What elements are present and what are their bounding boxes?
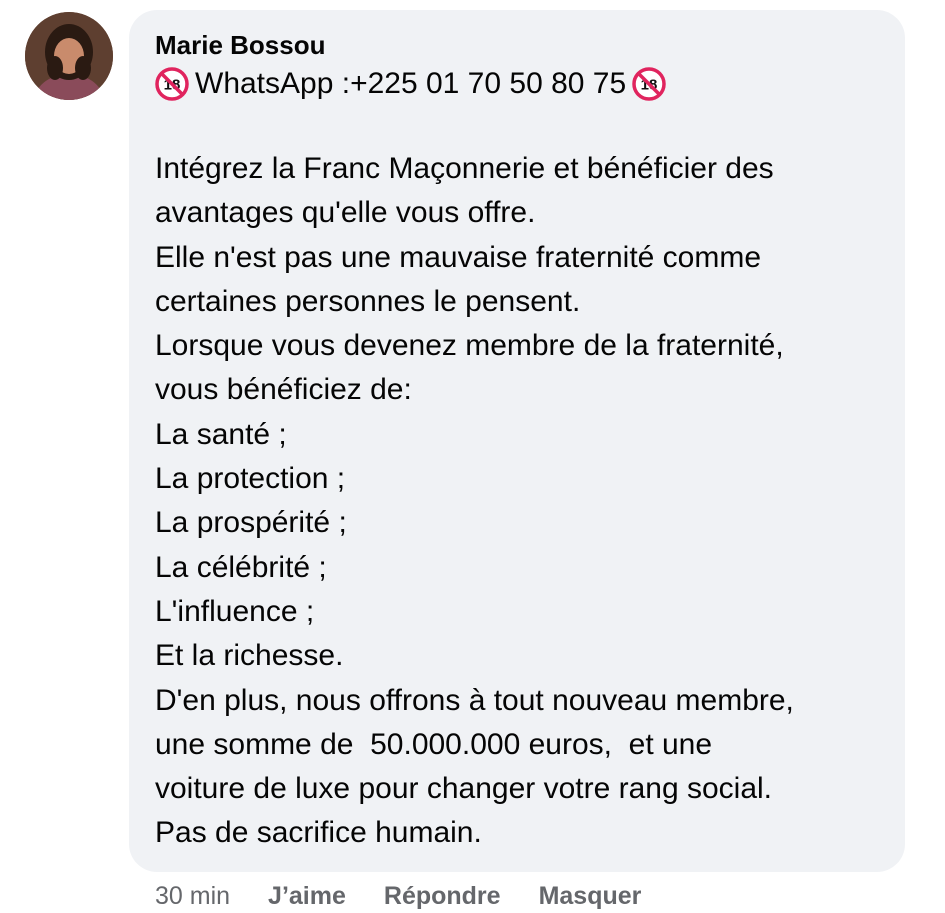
comment-line: une somme de 50.000.000 euros, et une [155, 727, 713, 761]
comment-line: La protection ; [155, 462, 346, 496]
hide-button[interactable]: Masquer [539, 880, 642, 913]
comment-line: La prospérité ; [155, 506, 347, 540]
comment-line: L'influence ; [155, 594, 315, 628]
contact-line: 18 WhatsApp :+225 01 70 50 80 75 18 [155, 64, 879, 104]
no-under-18-icon: 18 [155, 67, 189, 101]
comment-author[interactable]: Marie Bossou [155, 28, 879, 62]
comment-line: La santé ; [155, 417, 287, 451]
comment-line: vous bénéficiez de: [155, 373, 412, 407]
comment-bubble: Marie Bossou 18 WhatsApp :+225 01 70 50 … [129, 10, 905, 872]
contact-text: WhatsApp :+225 01 70 50 80 75 [195, 67, 627, 100]
comment-line: certaines personnes le pensent. [155, 284, 581, 318]
comment-line: Intégrez la Franc Maçonnerie et bénéfici… [155, 152, 774, 185]
comment-line: D'en plus, nous offrons à tout nouveau m… [155, 683, 794, 717]
no-under-18-icon: 18 [632, 67, 666, 101]
comment-line: Pas de sacrifice humain. [155, 816, 482, 850]
comment-body: Intégrez la Franc Maçonnerie et bénéfici… [155, 147, 879, 856]
comment-line: Et la richesse. [155, 639, 344, 673]
avatar[interactable] [25, 12, 113, 100]
like-button[interactable]: J’aime [268, 880, 346, 913]
comment-actions: 30 min J’aime Répondre Masquer [155, 880, 679, 913]
comment-line: avantages qu'elle vous offre. [155, 196, 536, 230]
comment-line: voiture de luxe pour changer votre rang … [155, 772, 773, 806]
comment-line: La célébrité ; [155, 550, 327, 584]
comment-line: Elle n'est pas une mauvaise fraternité c… [155, 240, 762, 274]
profile-photo-icon [25, 12, 113, 100]
reply-button[interactable]: Répondre [384, 880, 501, 913]
comment-timestamp[interactable]: 30 min [155, 880, 230, 913]
comment-line: Lorsque vous devenez membre de la frater… [155, 329, 784, 363]
